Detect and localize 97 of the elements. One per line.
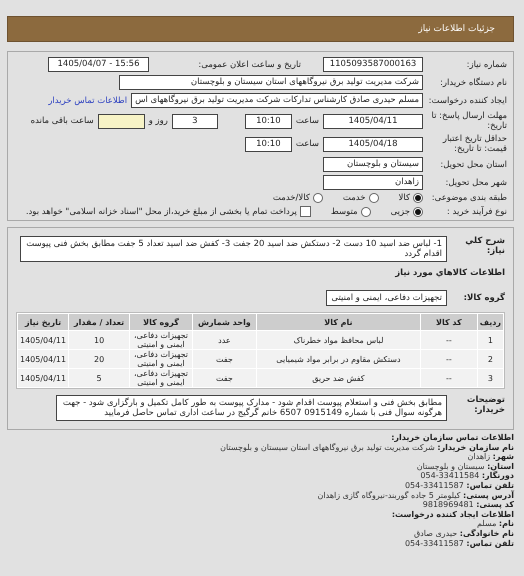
radio-button[interactable] (312, 193, 323, 203)
field-label: طبقه بندی موضوعی: (430, 193, 507, 203)
info-value: شرکت مدیریت تولید برق نیروگاههای استان سیستان و بلوچستان (220, 442, 435, 452)
option-label: جزیی (390, 206, 410, 216)
input-field[interactable]: 1405/04/07 - 15:56 (48, 57, 149, 72)
table-cell: جفت (192, 369, 256, 387)
info-value: کیلومتر 5 جاده گوربند-نیروگاه گازی زاهدان (318, 490, 460, 500)
info-value: 33411587-054 (404, 538, 464, 548)
info-value: 33411584-054 (420, 471, 480, 480)
info-label: نام: (498, 519, 514, 528)
info-value: مسلم (476, 519, 496, 528)
table-cell: 3 (478, 369, 503, 387)
info-label: تلفن تماس: (466, 480, 514, 490)
table-cell: کفش ضد حریق (256, 369, 420, 387)
page-title: جزئیات اطلاعات نیاز (418, 24, 495, 34)
field-label: تاریخ و ساعت اعلان عمومی: (197, 60, 302, 70)
column-header: ردیف (478, 314, 503, 330)
info-value: 33411587-054 (404, 480, 464, 490)
option-label: کالا/خدمت (272, 193, 310, 203)
column-header: کد کالا (420, 314, 477, 330)
table-cell: جفت (192, 350, 256, 368)
info-label: اطلاعات تماس سازمان خریدار: (391, 433, 514, 442)
table-cell: 10 (69, 331, 130, 349)
info-label: اطلاعات ایجاد کننده درخواست: (392, 510, 514, 519)
column-header: گروه کالا (130, 314, 192, 330)
section-heading: اطلاعات کالاهاي مورد نياز (394, 268, 505, 278)
table-cell: 5 (69, 369, 130, 387)
info-label: نام خانوادگی: (460, 528, 514, 538)
description-box: 1- لباس ضد اسید 10 دست 2- دستکش ضد اسید 20 جفت 3- کفش ضد اسید تعداد 5 جفت مطابق بخش فنی پیوست اقدام گردد (20, 236, 447, 262)
field-label: حداقل تاریخ اعتبار قیمت: تا تاریخ: (442, 134, 507, 154)
table-cell: لباس محافظ مواد خطرناک (256, 331, 420, 349)
table-cell: -- (420, 331, 477, 349)
info-value: 9818969481 (422, 500, 474, 510)
table-cell: دستکش مقاوم در برابر مواد شیمیایی (256, 350, 420, 368)
column-header: نام کالا (256, 314, 420, 330)
input-field[interactable]: 10:10 (244, 114, 292, 128)
table-cell: عدد (192, 331, 256, 349)
notes-box: مطابق بخش فنی و استعلام پیوست اقدام شود - مدارک پیوست به طور کامل تکمیل و بارگزاری شود - جهت هرگونه سوال فنی با شماره 0915149 6507 خانم گرگیج در ساعت اداری تماس حاصل فرمایید (56, 395, 447, 421)
column-header: تعداد / مقدار (69, 314, 130, 330)
checkbox[interactable] (300, 206, 311, 217)
input-field[interactable]: زاهدان (323, 175, 423, 190)
field-label: ساعت باقی مانده (30, 116, 94, 126)
input-field[interactable] (98, 114, 145, 128)
option-label: متوسط (330, 206, 358, 216)
table-cell: 1405/04/11 (18, 331, 68, 349)
input-field[interactable]: 3 (172, 114, 218, 128)
radio-button[interactable] (368, 193, 379, 203)
info-label: دورنگار: (482, 471, 514, 480)
table-cell: تجهیزات دفاعی، ایمنی و امنیتی (130, 369, 192, 387)
input-field[interactable]: 1405/04/18 (323, 136, 423, 152)
field-label: نوع فرآیند خرید : (446, 206, 507, 216)
input-field[interactable]: شرکت مدیریت تولید برق نیروگاههای استان سیستان و بلوچستان (119, 75, 423, 90)
table-cell: 1405/04/11 (18, 369, 68, 387)
info-label: آدرس پستی: (463, 490, 514, 500)
table-cell: 1405/04/11 (18, 350, 68, 368)
info-value: زاهدان (468, 452, 490, 462)
radio-button[interactable] (413, 206, 423, 216)
info-value: حیدری صادق (414, 528, 458, 538)
option-label: خدمت (342, 193, 366, 203)
radio-button[interactable] (413, 193, 423, 203)
field-label: ایجاد کننده درخواست: (428, 96, 507, 106)
option-label: کالا (398, 193, 410, 203)
table-cell: 1 (478, 331, 503, 349)
input-field[interactable]: 1405/04/11 (323, 114, 423, 128)
info-label: تلفن تماس: (466, 538, 514, 548)
field-label: گروه کالا: (462, 293, 505, 303)
info-label: استان: (487, 462, 514, 471)
field-label: مهلت ارسال پاسخ: تا تاریخ: (430, 111, 507, 131)
field-label: شرح کلي نياز: (464, 236, 505, 256)
option-label: پرداخت تمام یا بخشی از مبلغ خرید،از محل "اسناد خزانه اسلامی" خواهد بود. (26, 206, 297, 216)
field-label: شهر محل تحویل: (444, 178, 507, 188)
info-value: سیستان و بلوچستان (416, 462, 485, 471)
field-label: ساعت (296, 116, 319, 126)
input-field[interactable]: سیستان و بلوچستان (323, 157, 423, 172)
info-label: شهر: (492, 452, 514, 462)
column-header: واحد شمارش (192, 314, 256, 330)
table-cell: 2 (478, 350, 503, 368)
table-cell: تجهیزات دفاعی، ایمنی و امنیتی (130, 331, 192, 349)
input-field[interactable]: مسلم حیدری صادق کارشناس تدارکات شرکت مدیریت تولید برق نیروگاههای اس (131, 93, 423, 108)
table-cell: -- (420, 369, 477, 387)
field-label: توضیحات خریدار: (466, 395, 505, 415)
field-label: استان محل تحویل: (439, 160, 507, 170)
field-label: شماره نیاز: (466, 60, 507, 70)
field-label: نام دستگاه خریدار: (439, 78, 507, 88)
column-header: تاریخ نیاز (18, 314, 68, 330)
field-label: روز و (148, 116, 168, 126)
input-field[interactable]: 1105093587000163 (323, 57, 423, 72)
input-field[interactable]: تجهیزات دفاعی، ایمنی و امنیتی (326, 290, 447, 306)
info-label: کد پستی: (476, 500, 514, 510)
table-cell: تجهیزات دفاعی، ایمنی و امنیتی (130, 350, 192, 368)
input-field[interactable]: 10:10 (244, 136, 292, 152)
field-label: ساعت (296, 139, 319, 149)
radio-button[interactable] (360, 206, 371, 216)
contact-link[interactable]: اطلاعات تماس خریدار (48, 96, 128, 106)
table-cell: 20 (69, 350, 130, 368)
table-cell: -- (420, 350, 477, 368)
info-label: نام سازمان خریدار: (437, 442, 514, 452)
